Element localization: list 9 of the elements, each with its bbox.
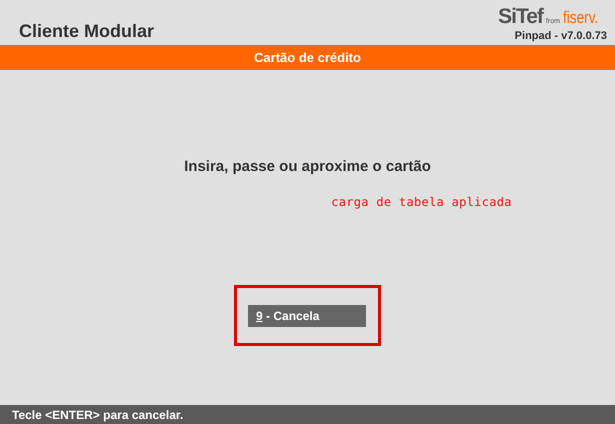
section-title-bar: Cartão de crédito [0, 45, 615, 70]
brand-logo: SiTef [498, 5, 543, 29]
partner-logo: fiserv. [562, 8, 598, 28]
card-prompt: Insira, passe ou aproxime o cartão [184, 158, 431, 175]
app-title: Cliente Modular [19, 21, 154, 42]
version-label: Pinpad - v7.0.0.73 [514, 30, 607, 42]
cancel-button[interactable]: 9 - Cancela [248, 305, 366, 327]
status-message: carga de tabela aplicada [331, 195, 512, 209]
status-bar: Tecle <ENTER> para cancelar. [0, 405, 615, 424]
